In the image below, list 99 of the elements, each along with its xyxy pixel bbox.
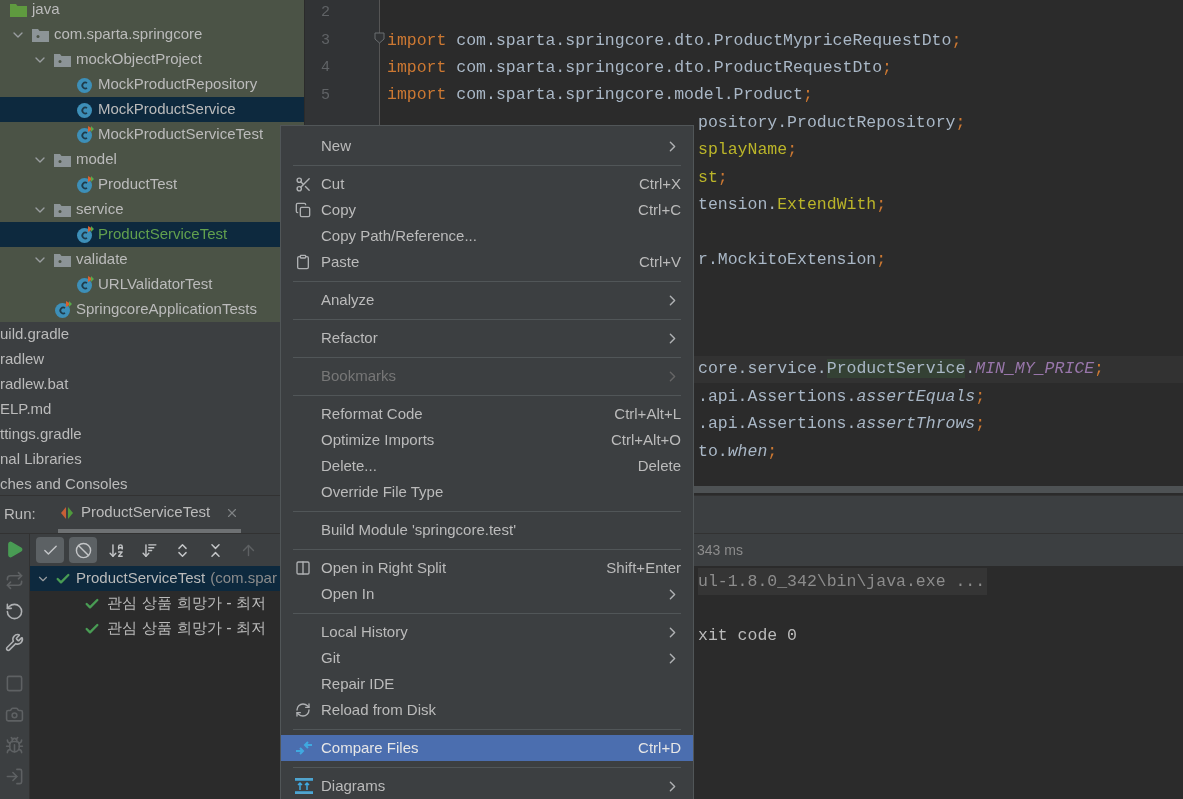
- diagram-icon: [295, 778, 313, 794]
- tree-item-label[interactable]: radlew.bat: [0, 373, 69, 396]
- split-view-icon: [295, 560, 311, 576]
- tree-item-label: MockProductRepository: [98, 74, 258, 95]
- shortcut-label: Ctrl+X: [638, 173, 681, 194]
- test-run-icon: [60, 505, 74, 520]
- menu-item[interactable]: Reload from Disk: [281, 697, 693, 723]
- shortcut-label: Ctrl+C: [638, 199, 681, 220]
- tree-item[interactable]: com.sparta.springcore: [0, 22, 304, 47]
- code-line: core.service.ProductService.MIN_MY_PRICE;: [698, 358, 1104, 381]
- test-class-icon: [76, 225, 94, 244]
- tree-item-label: ProductTest: [98, 174, 178, 195]
- test-name: ProductServiceTest: [76, 568, 206, 589]
- tree-item-label: mockObjectProject: [76, 49, 202, 70]
- menu-item[interactable]: Diagrams: [281, 773, 693, 799]
- tree-item-label: ProductServiceTest: [98, 224, 228, 245]
- menu-item[interactable]: Optimize Imports Ctrl+Alt+O: [281, 427, 693, 453]
- menu-item[interactable]: Open in Right Split Shift+Enter: [281, 555, 693, 581]
- fold-icon[interactable]: [374, 32, 385, 45]
- tree-item-label[interactable]: ttings.gradle: [0, 423, 82, 446]
- test-name: 관심 상품 희망가 - 최저: [107, 618, 267, 640]
- run-label: Run:: [3, 504, 37, 525]
- tree-item-label[interactable]: uild.gradle: [0, 323, 70, 346]
- cancel-icon: [74, 541, 92, 559]
- tree-item-label[interactable]: ELP.md: [0, 398, 52, 421]
- toolbar-button[interactable]: [69, 537, 97, 563]
- menu-item[interactable]: Refactor: [281, 325, 693, 351]
- shortcut-label: Ctrl+Alt+O: [610, 429, 681, 450]
- code-line: pository.ProductRepository;: [698, 111, 966, 134]
- code-line: tension.ExtendWith;: [698, 194, 887, 217]
- tree-item-label: model: [76, 149, 117, 170]
- tree-item-label[interactable]: ches and Consoles: [0, 473, 128, 495]
- menu-item[interactable]: Delete... Delete: [281, 453, 693, 479]
- cycle-icon[interactable]: [5, 602, 24, 621]
- menu-item[interactable]: Override File Type: [281, 479, 693, 505]
- test-package: (com.spar: [210, 568, 277, 589]
- shortcut-label: Ctrl+Alt+L: [614, 403, 681, 424]
- menu-item[interactable]: Build Module 'springcore.test': [281, 517, 693, 543]
- test-tree-item[interactable]: 관심 상품 희망가 - 최저: [30, 591, 280, 616]
- sort-duration-icon: [140, 541, 158, 559]
- test-tree-item[interactable]: 관심 상품 희망가 - 최저: [30, 616, 280, 641]
- code-line: splayName;: [698, 139, 798, 162]
- code-line: import com.sparta.springcore.dto.ProductMypriceRequestDto;: [387, 29, 962, 52]
- test-class-icon: [76, 125, 94, 144]
- compare-arrows-icon: [295, 739, 313, 757]
- shortcut-label: Ctrl+V: [638, 251, 681, 272]
- test-class-icon: [76, 175, 94, 194]
- toolbar-button[interactable]: [36, 537, 64, 563]
- tree-item-label: validate: [76, 249, 128, 270]
- shortcut-label: Shift+Enter: [606, 557, 681, 578]
- folder-icon: [54, 202, 71, 217]
- tree-item[interactable]: mockObjectProject: [0, 47, 304, 72]
- tree-item[interactable]: MockProductService: [0, 97, 304, 122]
- menu-item[interactable]: Reformat Code Ctrl+Alt+L: [281, 401, 693, 427]
- test-tree-item[interactable]: ProductServiceTest (com.spar: [30, 566, 280, 591]
- menu-item[interactable]: Repair IDE: [281, 671, 693, 697]
- code-line: st;: [698, 166, 728, 189]
- folder-icon: [32, 27, 49, 42]
- shortcut-label: Ctrl+D: [638, 737, 681, 758]
- code-line: import com.sparta.springcore.model.Product;: [387, 84, 813, 107]
- tree-item-label[interactable]: radlew: [0, 348, 45, 371]
- console-line: xit code 0: [698, 625, 798, 648]
- menu-item[interactable]: Open In: [281, 581, 693, 607]
- code-line: .api.Assertions.assertThrows;: [698, 413, 986, 436]
- play-icon[interactable]: [5, 540, 24, 559]
- run-duration: 343 ms: [697, 540, 743, 560]
- tree-item[interactable]: java: [0, 0, 304, 22]
- tree-item-label: MockProductService: [98, 99, 236, 120]
- test-name: 관심 상품 희망가 - 최저: [107, 593, 267, 615]
- tree-item-label: SpringcoreApplicationTests: [76, 299, 257, 320]
- code-line: import com.sparta.springcore.dto.ProductRequestDto;: [387, 57, 892, 80]
- scissors-icon: [295, 175, 312, 193]
- code-line: .api.Assertions.assertEquals;: [698, 385, 986, 408]
- tree-item-label: URLValidatorTest: [98, 274, 213, 295]
- clipboard-icon: [295, 254, 311, 270]
- menu-item[interactable]: Local History: [281, 619, 693, 645]
- menu-item[interactable]: Git: [281, 645, 693, 671]
- folder-icon: [10, 2, 27, 17]
- shortcut-label: Delete: [637, 455, 681, 476]
- folder-icon: [54, 52, 71, 67]
- sort-alpha-icon: [107, 541, 125, 559]
- tree-item-label: service: [76, 199, 124, 220]
- menu-item[interactable]: Compare Files Ctrl+D: [281, 735, 693, 761]
- test-class-icon: [76, 275, 94, 294]
- tree-item-label[interactable]: nal Libraries: [0, 448, 82, 471]
- copy-icon: [295, 202, 311, 218]
- tree-item-label: com.sparta.springcore: [54, 24, 203, 45]
- tree-item-label: java: [32, 0, 60, 20]
- tree-item[interactable]: MockProductRepository: [0, 72, 304, 97]
- refresh-icon: [295, 702, 311, 718]
- wrench-icon[interactable]: [5, 633, 24, 652]
- folder-icon: [54, 252, 71, 267]
- test-class-icon: [54, 300, 72, 319]
- class-icon: [76, 100, 94, 119]
- class-icon: [76, 75, 94, 94]
- code-line: to.when;: [698, 440, 778, 463]
- tree-item-label: MockProductServiceTest: [98, 124, 264, 145]
- folder-icon: [54, 152, 71, 167]
- code-line: r.MockitoExtension;: [698, 248, 887, 271]
